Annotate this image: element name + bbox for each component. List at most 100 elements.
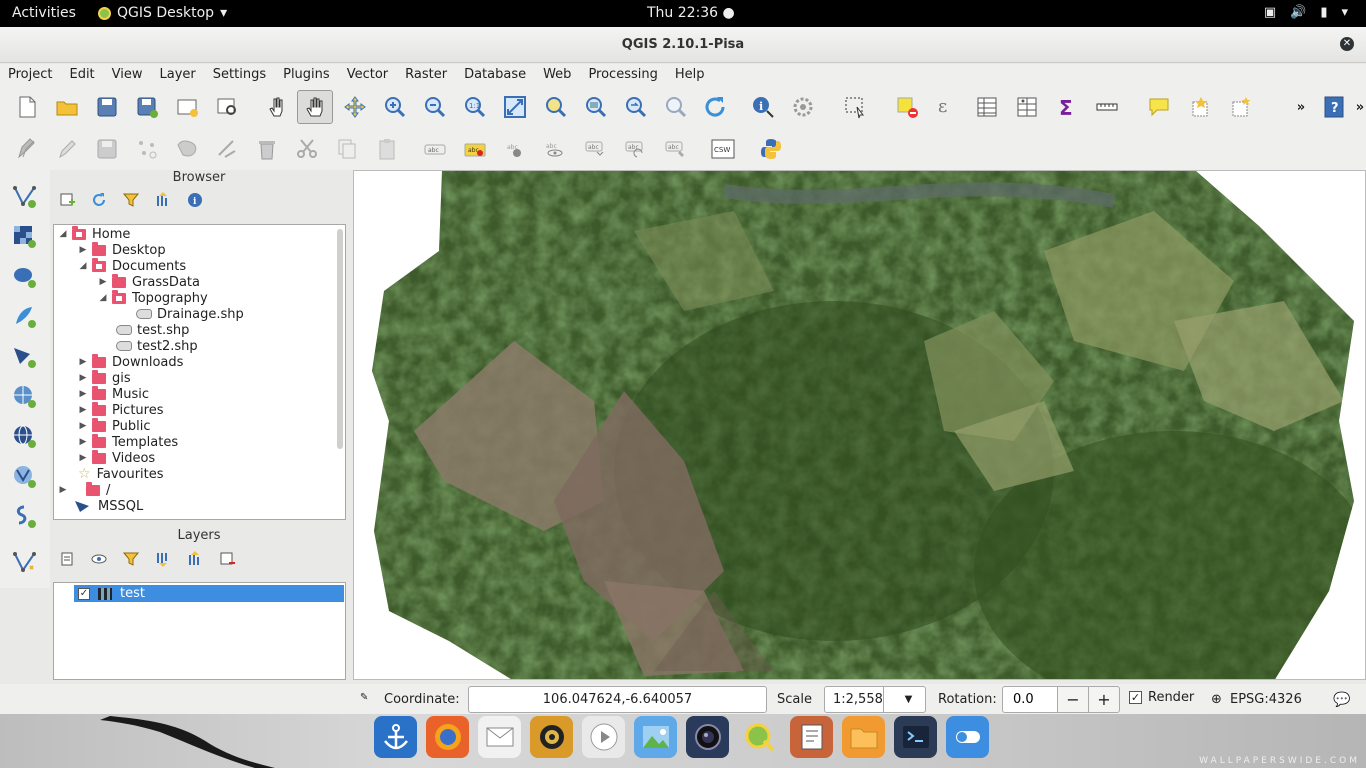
add-wms-layer-icon[interactable] (10, 382, 40, 412)
terminal-icon[interactable] (894, 716, 937, 758)
add-vector-layer-icon[interactable] (10, 182, 40, 212)
camera-icon[interactable] (686, 716, 729, 758)
add-wcs-layer-icon[interactable] (10, 422, 40, 452)
save-as-icon[interactable] (133, 93, 161, 121)
collapsed-arrow-icon[interactable]: ▶ (78, 389, 88, 399)
rotation-input[interactable] (1002, 686, 1058, 713)
add-postgis-layer-icon[interactable] (10, 262, 40, 292)
tree-item-music[interactable]: ▶ Music (78, 385, 149, 402)
identify-icon[interactable]: i (749, 93, 777, 121)
pin-labels-icon[interactable]: abc (461, 135, 489, 163)
label-toolbar-icon[interactable]: abc (421, 135, 449, 163)
image-viewer-icon[interactable] (634, 716, 677, 758)
add-delimited-text-icon[interactable] (10, 502, 40, 532)
layer-visibility-checkbox[interactable]: ✓ (78, 587, 90, 600)
new-print-composer-icon[interactable] (173, 93, 201, 121)
touch-zoom-pan-icon[interactable] (263, 93, 291, 121)
menu-help[interactable]: Help (675, 64, 705, 86)
toolbar-overflow-icon[interactable]: » (1287, 93, 1315, 121)
browser-tree[interactable]: ◢ Home ▶ Desktop ◢ Documents ▶ GrassData ◢ To… (53, 224, 346, 520)
tree-item-desktop[interactable]: ▶ Desktop (78, 241, 166, 258)
expanded-arrow-icon[interactable]: ◢ (98, 293, 108, 303)
tree-item-topography[interactable]: ◢ Topography (98, 289, 208, 306)
new-bookmark-icon[interactable] (1187, 93, 1215, 121)
activities-button[interactable]: Activities (12, 5, 76, 21)
pan-to-selection-icon[interactable] (341, 93, 369, 121)
save-edits-icon[interactable] (93, 135, 121, 163)
tree-item-public[interactable]: ▶ Public (78, 417, 150, 434)
media-player-icon[interactable] (582, 716, 625, 758)
node-tool-icon[interactable] (213, 135, 241, 163)
collapsed-arrow-icon[interactable]: ▶ (78, 245, 88, 255)
qgis-dock-icon[interactable] (738, 716, 781, 758)
copy-features-icon[interactable] (333, 135, 361, 163)
menu-vector[interactable]: Vector (347, 64, 388, 86)
rotation-increase-button[interactable]: + (1088, 686, 1120, 713)
deselect-features-icon[interactable] (893, 93, 921, 121)
zoom-last-icon[interactable] (621, 93, 649, 121)
document-viewer-icon[interactable] (790, 716, 833, 758)
paste-features-icon[interactable] (373, 135, 401, 163)
toolbar-overflow-icon-2[interactable]: » (1346, 93, 1366, 121)
tree-item-documents[interactable]: ◢ Documents (78, 257, 186, 274)
tree-item-home[interactable]: ◢ Home (58, 225, 130, 242)
chevron-down-icon[interactable]: ▼ (882, 687, 925, 712)
tree-item-drainage-shp[interactable]: Drainage.shp (136, 306, 244, 322)
crs-icon[interactable]: ⊕ (1211, 692, 1222, 707)
change-label-icon[interactable]: abc (661, 135, 689, 163)
tree-item-templates[interactable]: ▶ Templates (78, 433, 178, 450)
cut-features-icon[interactable] (293, 135, 321, 163)
scale-combobox[interactable]: 1:2,558 ▼ (824, 686, 926, 713)
tree-item-videos[interactable]: ▶ Videos (78, 449, 155, 466)
files-icon[interactable] (842, 716, 885, 758)
show-bookmarks-icon[interactable] (1227, 93, 1255, 121)
collapsed-arrow-icon[interactable]: ▶ (78, 437, 88, 447)
system-tray[interactable]: ▣ 🔊 ▮ ▾ (1264, 5, 1348, 20)
expanded-arrow-icon[interactable]: ◢ (78, 261, 88, 271)
python-console-icon[interactable] (757, 135, 785, 163)
tree-item-test2-shp[interactable]: test2.shp (116, 338, 198, 354)
new-shapefile-layer-icon[interactable] (10, 548, 40, 578)
app-menu[interactable]: QGIS Desktop ▾ (98, 5, 227, 21)
collapsed-arrow-icon[interactable]: ▶ (58, 485, 68, 495)
rotation-decrease-button[interactable]: − (1057, 686, 1089, 713)
anchor-app-icon[interactable] (374, 716, 417, 758)
mail-icon[interactable] (478, 716, 521, 758)
menu-raster[interactable]: Raster (405, 64, 447, 86)
menu-edit[interactable]: Edit (69, 64, 94, 86)
pan-map-icon[interactable] (297, 90, 333, 124)
collapsed-arrow-icon[interactable]: ▶ (78, 357, 88, 367)
show-hide-labels-icon[interactable]: abc (541, 135, 569, 163)
move-feature-icon[interactable] (173, 135, 201, 163)
refresh-browser-icon[interactable] (89, 190, 109, 210)
add-mssql-layer-icon[interactable] (10, 342, 40, 372)
zoom-to-layer-icon[interactable] (581, 93, 609, 121)
map-tips-icon[interactable] (1145, 93, 1173, 121)
properties-info-icon[interactable]: i (185, 190, 205, 210)
zoom-in-icon[interactable] (381, 93, 409, 121)
add-raster-layer-icon[interactable] (10, 222, 40, 252)
attribute-table-icon[interactable] (973, 93, 1001, 121)
open-project-icon[interactable] (53, 93, 81, 121)
add-wfs-layer-icon[interactable] (10, 462, 40, 492)
collapsed-arrow-icon[interactable]: ▶ (98, 277, 108, 287)
expand-all-icon[interactable] (153, 549, 173, 569)
zoom-out-icon[interactable] (421, 93, 449, 121)
render-checkbox[interactable]: ✓ (1129, 691, 1142, 704)
menu-view[interactable]: View (112, 64, 143, 86)
help-icon[interactable]: ? (1320, 93, 1348, 121)
map-canvas[interactable] (353, 170, 1366, 680)
menu-web[interactable]: Web (543, 64, 571, 86)
select-features-icon[interactable] (841, 93, 869, 121)
csw-icon[interactable]: CSW (709, 135, 737, 163)
crs-status[interactable]: EPSG:4326 (1230, 692, 1302, 707)
collapse-all-icon[interactable] (153, 190, 173, 210)
layer-style-icon[interactable] (57, 549, 77, 569)
clock[interactable]: Thu 22:36 ● (647, 5, 735, 21)
coordinate-input[interactable] (468, 686, 767, 713)
toggle-editing-icon[interactable] (53, 135, 81, 163)
visibility-eye-icon[interactable] (89, 549, 109, 569)
layers-tree[interactable]: ✓ test (53, 582, 346, 680)
new-project-icon[interactable] (13, 93, 41, 121)
delete-selected-icon[interactable] (253, 135, 281, 163)
